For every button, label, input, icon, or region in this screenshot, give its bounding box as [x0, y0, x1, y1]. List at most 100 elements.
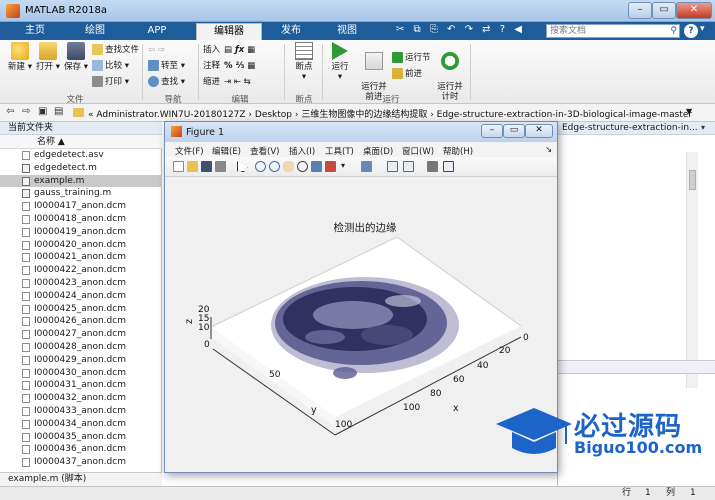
file-row[interactable]: edgedetect.asv [0, 149, 162, 162]
file-row[interactable]: gauss_training.m [0, 187, 162, 200]
tab-publish[interactable]: 发布 [270, 23, 312, 40]
pointer-icon[interactable] [237, 161, 248, 172]
insert-button[interactable]: 插入 [203, 44, 220, 57]
scrollbar-thumb[interactable] [689, 170, 696, 190]
file-row[interactable]: I0000435_anon.dcm [0, 431, 162, 444]
file-row[interactable]: I0000437_anon.dcm [0, 456, 162, 469]
file-row[interactable]: I0000426_anon.dcm [0, 315, 162, 328]
help-icon[interactable]: ? [684, 24, 698, 38]
tab-editor[interactable]: 编辑器 [196, 23, 262, 40]
file-row[interactable]: I0000428_anon.dcm [0, 341, 162, 354]
new-button[interactable]: 新建 ▾ [6, 42, 34, 72]
figure-minimize-button[interactable]: – [481, 124, 503, 138]
compare-button[interactable]: 比较 ▾ [92, 60, 129, 73]
edit-icons-row1[interactable]: ▤ ƒx ▦ [224, 44, 255, 57]
file-row[interactable]: I0000429_anon.dcm [0, 354, 162, 367]
file-row[interactable]: I0000419_anon.dcm [0, 226, 162, 239]
hide-tools-icon[interactable] [427, 161, 438, 172]
tab-apps[interactable]: APP [136, 23, 178, 40]
menu-tools[interactable]: 工具(T) [325, 145, 354, 157]
file-row[interactable]: I0000431_anon.dcm [0, 379, 162, 392]
save-button[interactable]: 保存 ▾ [62, 42, 90, 72]
name-column-header[interactable]: 名称 ▲ [0, 135, 162, 149]
file-row[interactable]: I0000424_anon.dcm [0, 290, 162, 303]
breakpoints-button[interactable]: 断点 ▾ [290, 42, 318, 82]
search-icon[interactable]: ⚲ [670, 25, 677, 37]
current-path[interactable]: « Administrator.WIN7U-20180127Z › Deskto… [88, 107, 692, 120]
print-button[interactable]: 打印 ▾ [92, 76, 129, 89]
show-tools-icon[interactable] [443, 161, 454, 172]
comment-button[interactable]: 注释 [203, 60, 220, 73]
menu-desktop[interactable]: 桌面(D) [363, 145, 393, 157]
maximize-button[interactable]: ▭ [652, 2, 676, 19]
file-row[interactable]: I0000425_anon.dcm [0, 303, 162, 316]
run-button[interactable]: 运行 ▾ [326, 42, 354, 82]
browse-folder-icon[interactable]: ▤ [54, 106, 63, 117]
open-button[interactable]: 打开 ▾ [34, 42, 62, 72]
file-row[interactable]: I0000433_anon.dcm [0, 405, 162, 418]
zoom-in-icon[interactable] [255, 161, 266, 172]
open-figure-icon[interactable] [187, 161, 198, 172]
panel-menu-icon[interactable]: ▾ [701, 123, 705, 132]
find-files-button[interactable]: 查找文件 [92, 44, 139, 57]
menu-insert[interactable]: 插入(I) [289, 145, 315, 157]
expand-icon[interactable]: ▾ [700, 24, 705, 34]
menu-file[interactable]: 文件(F) [175, 145, 204, 157]
data-cursor-icon[interactable] [311, 161, 322, 172]
quick-access-toolbar[interactable]: ✂ ⧉ ⎘ ↶ ↷ ⇄ ? ◀ [396, 24, 544, 38]
file-row[interactable]: example.m [0, 174, 162, 188]
indent-button[interactable]: 缩进 [203, 76, 220, 89]
colorbar-icon[interactable] [387, 161, 398, 172]
file-row[interactable]: I0000423_anon.dcm [0, 277, 162, 290]
vertical-scrollbar[interactable] [686, 152, 698, 388]
brush-icon[interactable] [325, 161, 336, 172]
file-name: I0000419_anon.dcm [34, 226, 126, 237]
rotate-3d-icon[interactable] [297, 161, 308, 172]
edit-icons-row2[interactable]: % ⅔ ▦ [224, 60, 255, 73]
new-figure-icon[interactable] [173, 161, 184, 172]
search-docs-input[interactable]: 搜索文档 ⚲ [546, 24, 680, 38]
pan-hand-icon[interactable] [283, 161, 294, 172]
file-row[interactable]: I0000418_anon.dcm [0, 213, 162, 226]
figure-title-bar[interactable]: Figure 1 – ▭ ✕ [165, 122, 557, 142]
file-row[interactable]: I0000436_anon.dcm [0, 443, 162, 456]
tab-view[interactable]: 视图 [326, 23, 368, 40]
menu-view[interactable]: 查看(V) [250, 145, 279, 157]
file-row[interactable]: I0000430_anon.dcm [0, 367, 162, 380]
forward-arrow-icon[interactable]: ⇨ [22, 106, 30, 117]
up-folder-icon[interactable]: ▣ [38, 106, 47, 117]
file-row[interactable]: I0000422_anon.dcm [0, 264, 162, 277]
file-row[interactable]: I0000417_anon.dcm [0, 200, 162, 213]
brush-dropdown-icon[interactable]: ▾ [341, 161, 352, 172]
link-plot-icon[interactable] [361, 161, 372, 172]
minimize-button[interactable]: – [628, 2, 652, 19]
menu-help[interactable]: 帮助(H) [443, 145, 473, 157]
tab-home[interactable]: 主页 [14, 23, 56, 40]
print-figure-icon[interactable] [215, 161, 226, 172]
advance-button[interactable]: 前进 [392, 68, 422, 81]
run-section-button[interactable]: 运行节 [392, 52, 431, 65]
file-row[interactable]: edgedetect.m [0, 162, 162, 175]
run-and-time-button[interactable]: 运行并 计时 [434, 42, 466, 102]
menu-dock-icon[interactable]: ↘ [545, 145, 552, 155]
tab-plots[interactable]: 绘图 [74, 23, 116, 40]
figure-close-button[interactable]: ✕ [525, 124, 553, 138]
file-row[interactable]: I0000434_anon.dcm [0, 418, 162, 431]
menu-window[interactable]: 窗口(W) [402, 145, 434, 157]
file-row[interactable]: I0000432_anon.dcm [0, 392, 162, 405]
figure-maximize-button[interactable]: ▭ [503, 124, 525, 138]
goto-button[interactable]: 转至 ▾ [148, 60, 185, 73]
nav-back-forward[interactable]: ⇦ ⇨ [148, 44, 165, 57]
legend-icon[interactable] [403, 161, 414, 172]
save-figure-icon[interactable] [201, 161, 212, 172]
menu-edit[interactable]: 编辑(E) [212, 145, 241, 157]
file-row[interactable]: I0000427_anon.dcm [0, 328, 162, 341]
edit-icons-row3[interactable]: ⇥ ⇤ ⇆ [224, 76, 251, 89]
close-button[interactable]: ✕ [676, 2, 712, 19]
file-row[interactable]: I0000420_anon.dcm [0, 239, 162, 252]
file-row[interactable]: I0000421_anon.dcm [0, 251, 162, 264]
path-dropdown-icon[interactable]: ▼ [686, 107, 692, 116]
back-arrow-icon[interactable]: ⇦ [6, 106, 14, 117]
find-button[interactable]: 查找 ▾ [148, 76, 185, 89]
zoom-out-icon[interactable] [269, 161, 280, 172]
